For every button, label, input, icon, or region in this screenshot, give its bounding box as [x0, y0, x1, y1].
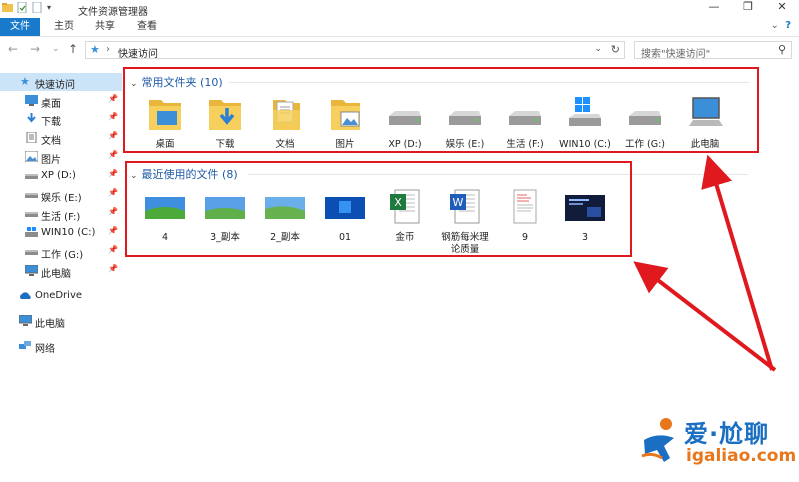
annotation-arrows — [633, 154, 777, 372]
logo-icon — [641, 418, 674, 462]
watermark: 爱·尬聊 igaliao.com — [640, 412, 796, 474]
watermark-url: igaliao.com — [686, 446, 797, 466]
watermark-brand: 爱·尬聊 — [684, 420, 770, 448]
arrow-to-frequent — [701, 154, 774, 371]
